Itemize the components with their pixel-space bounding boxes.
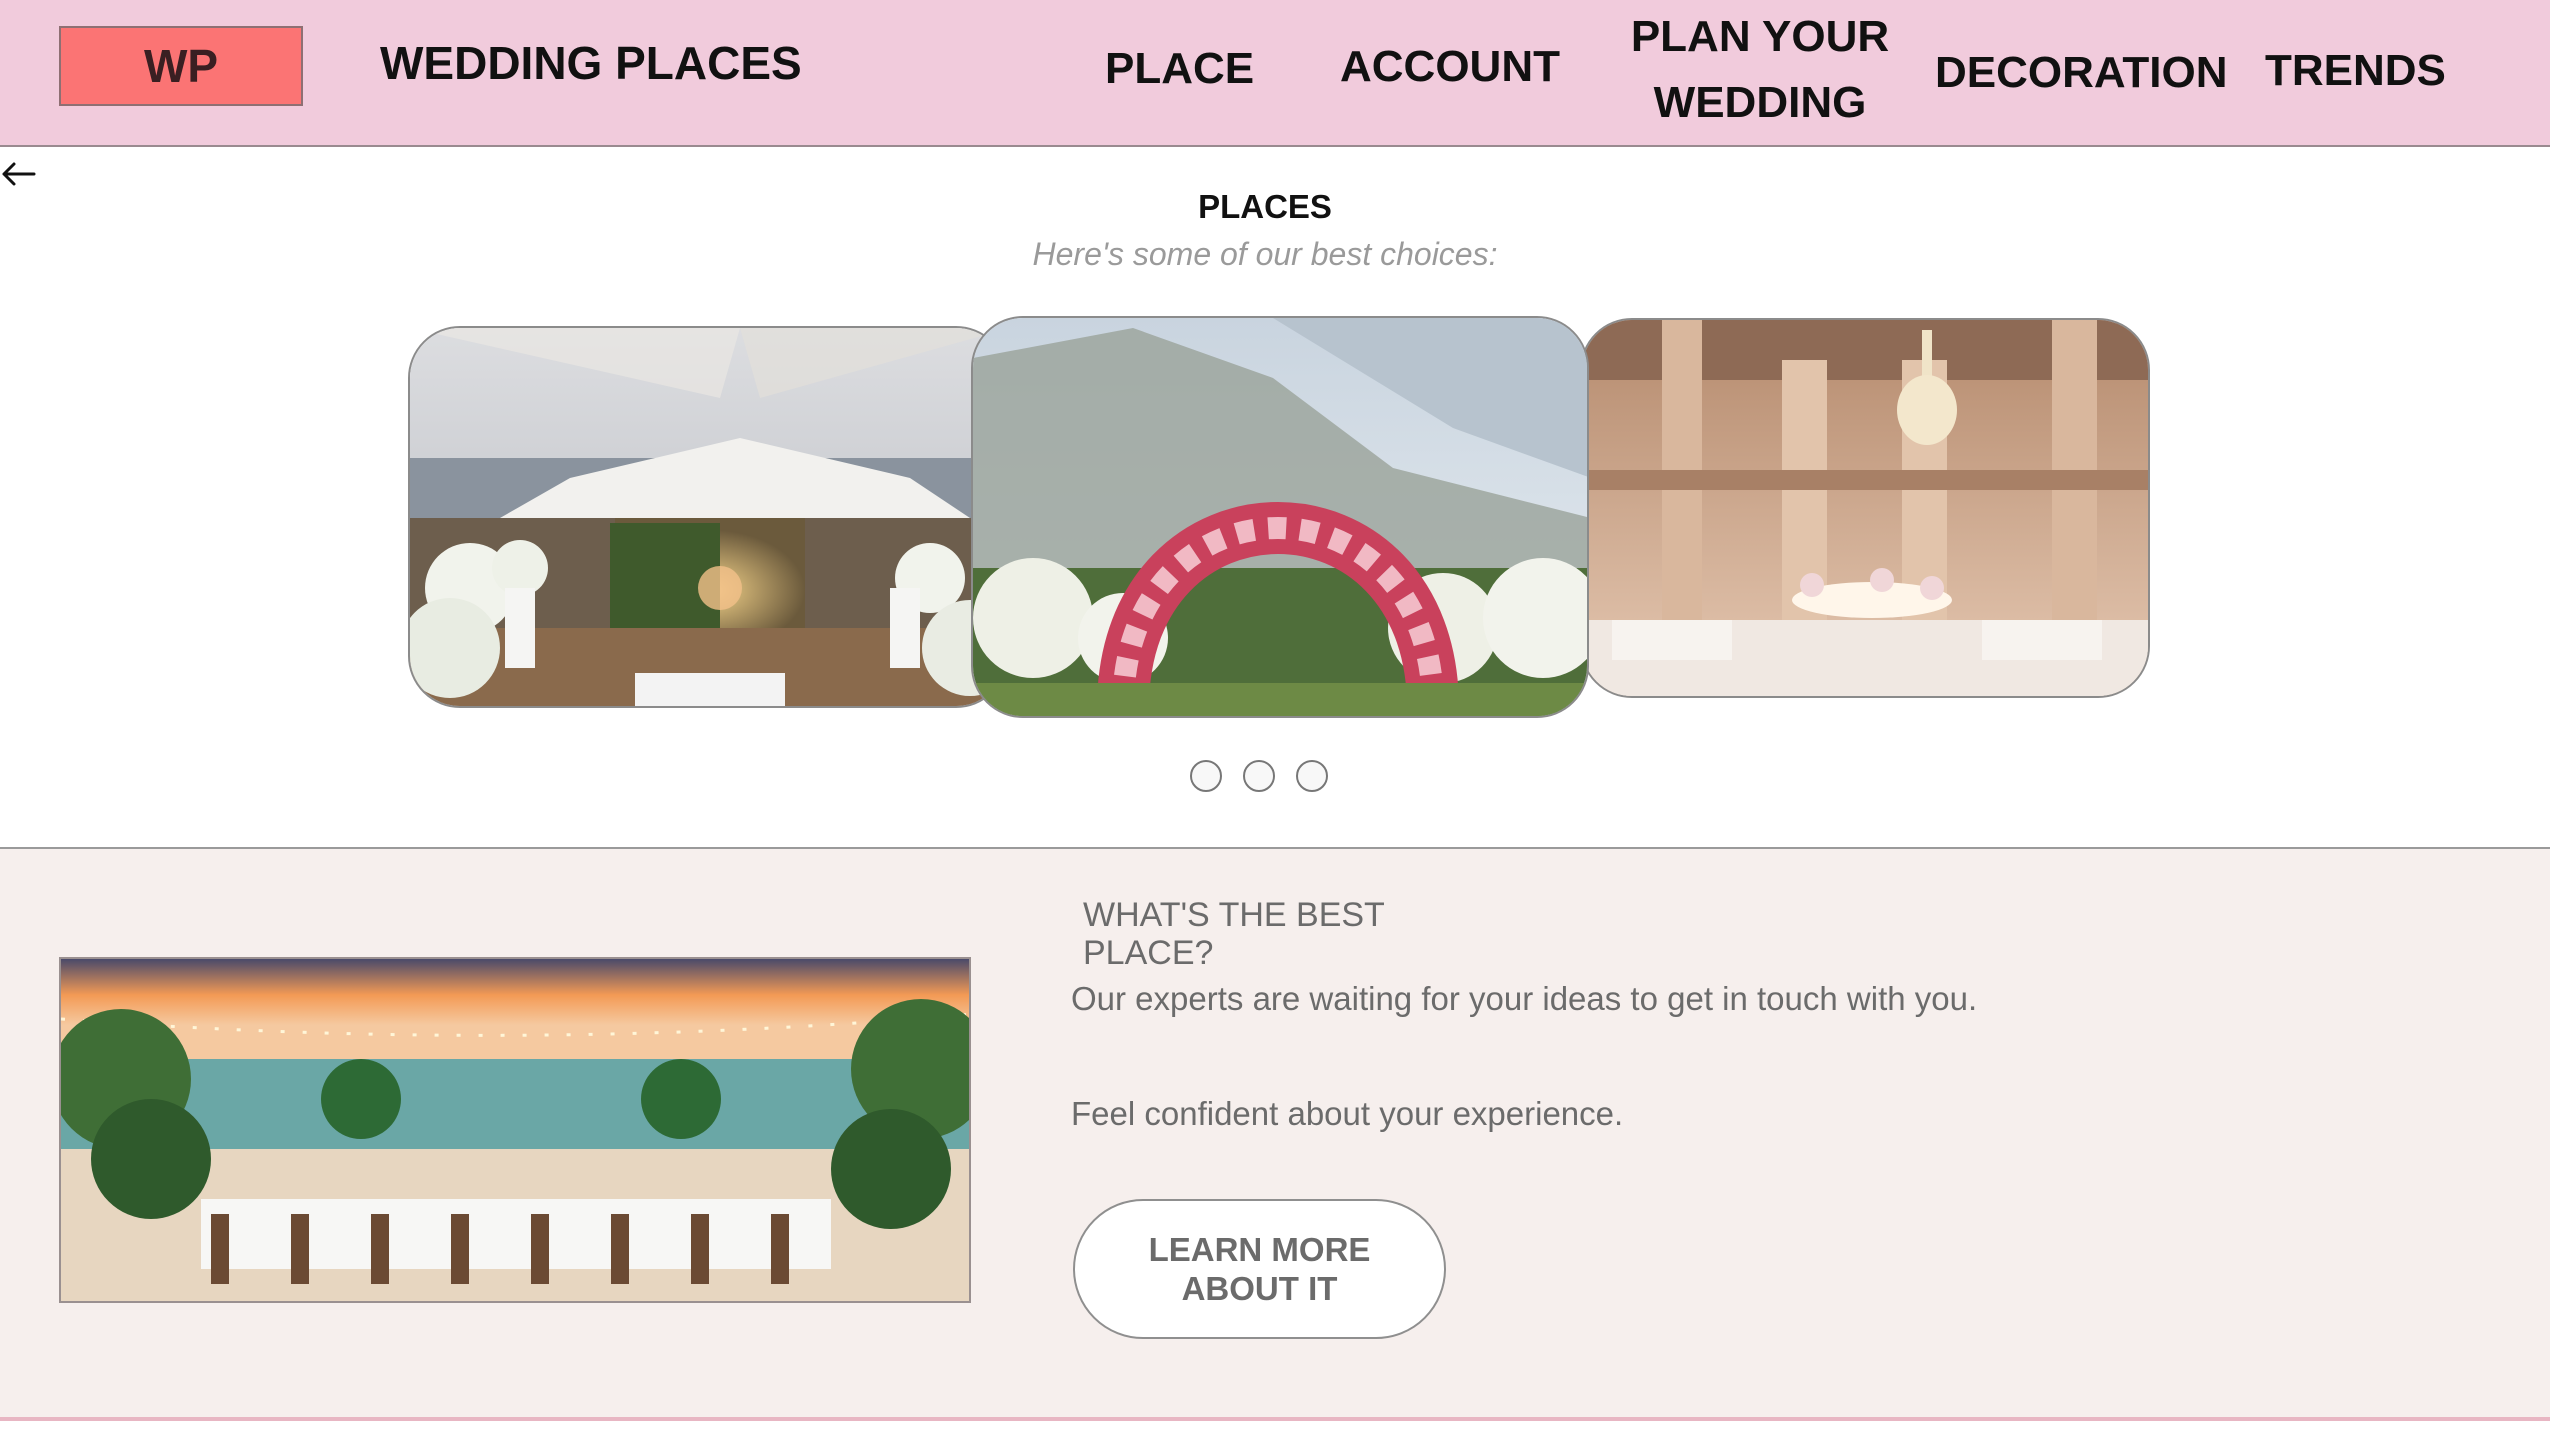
carousel-slide-floral-arch[interactable]	[971, 316, 1589, 718]
top-nav-bar: WP WEDDING PLACES PLACE ACCOUNT PLAN YOU…	[0, 0, 2550, 147]
feature-text-confident: Feel confident about your experience.	[1071, 1095, 1624, 1132]
places-heading: PLACES	[1198, 188, 1332, 225]
feature-text-experts: Our experts are waiting for your ideas t…	[1071, 980, 1978, 1017]
nav-trends[interactable]: TRENDS	[2265, 38, 2446, 104]
carousel-slide-grand-ballroom[interactable]	[1580, 318, 2150, 698]
carousel-dot-1[interactable]	[1190, 760, 1222, 792]
carousel-dot-3[interactable]	[1296, 760, 1328, 792]
back-arrow-icon[interactable]	[0, 150, 40, 190]
nav-plan-your-wedding[interactable]: PLAN YOUR WEDDING	[1630, 4, 1890, 136]
places-subheading: Here's some of our best choices:	[1032, 236, 1498, 272]
nav-place[interactable]: PLACE	[1105, 36, 1254, 102]
logo-button[interactable]: WP	[59, 26, 303, 106]
carousel-dot-2[interactable]	[1243, 760, 1275, 792]
learn-more-button[interactable]: LEARN MORE ABOUT IT	[1073, 1199, 1446, 1339]
carousel-slide-tent-venue[interactable]	[408, 326, 1008, 708]
beach-venue-image	[59, 957, 971, 1303]
carousel-pagination	[1190, 760, 1328, 792]
nav-decoration[interactable]: DECORATION	[1935, 40, 2228, 106]
brand-link[interactable]: WEDDING PLACES	[380, 36, 802, 90]
feature-question: WHAT'S THE BEST PLACE?	[1083, 896, 1385, 972]
nav-account[interactable]: ACCOUNT	[1340, 34, 1560, 100]
